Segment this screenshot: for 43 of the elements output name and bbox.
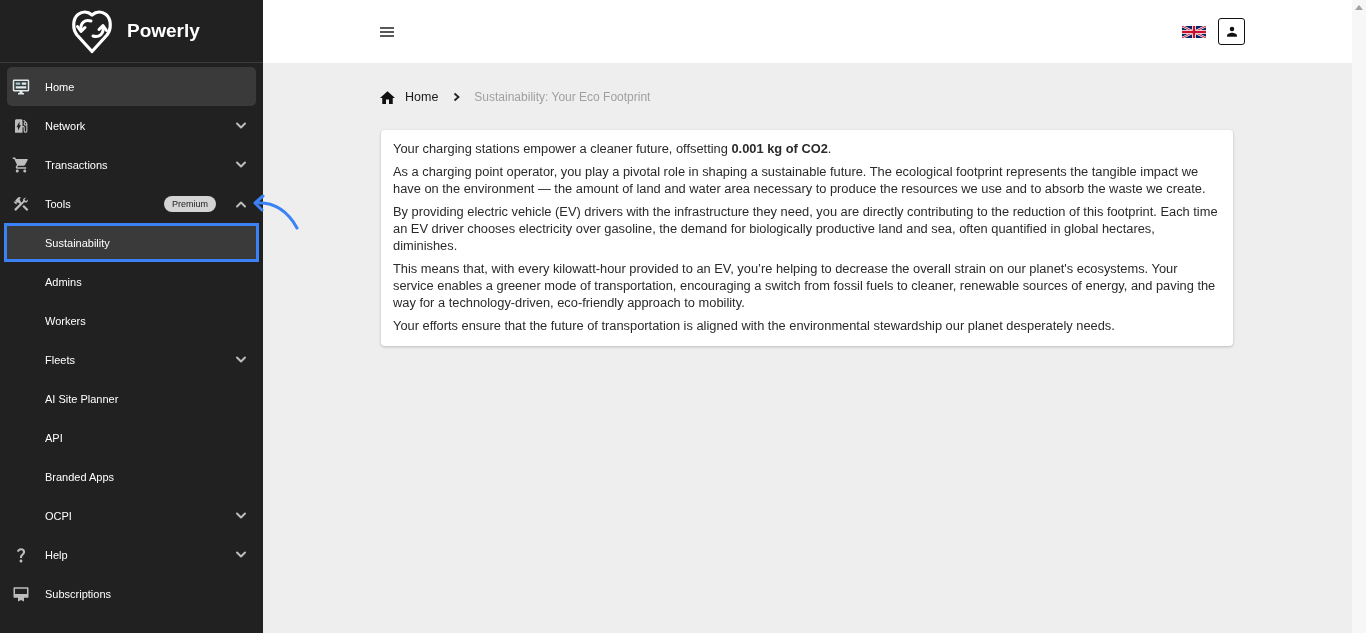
sidebar-item[interactable]: OCPI (7, 496, 235, 535)
brand-name: Powerly (127, 20, 200, 42)
tools-icon (12, 194, 30, 213)
sidebar-item[interactable]: Sustainability (7, 226, 256, 259)
paragraph: As a charging point operator, you play a pivotal role in shaping a sustainable future. The ecological footprint represents the tangible impact we have on the environment — the amount of land and water area necessary to produce the resources we use and to absorb the waste we create. (393, 163, 1207, 197)
sidebar-item[interactable]: Tools (7, 184, 164, 223)
sidebar-item[interactable]: Transactions (7, 145, 235, 184)
sidebar-item[interactable]: Admins (7, 262, 256, 301)
paragraph: Your efforts ensure that the future of transportation is aligned with the environmental stewardship our planet desperately needs. (393, 317, 1116, 334)
chevron-icon[interactable] (235, 355, 247, 364)
sidebar-item[interactable]: Help (7, 535, 235, 574)
home-icon[interactable] (380, 90, 395, 104)
sidebar-item[interactable]: Network (7, 106, 235, 145)
paragraph: By providing electric vehicle (EV) drivers with the infrastructure they need, you are directly contributing to the reduction of this footprint. Each time an EV driver chooses electricity over gasoline, the demand for biologically productive land and sea, often quantified in global hectares, diminishes. (393, 203, 1219, 254)
chevron-icon[interactable] (235, 199, 247, 208)
person-icon (1225, 26, 1238, 37)
menu-icon (380, 26, 394, 37)
chevron-icon[interactable] (235, 511, 247, 520)
chevron-icon[interactable] (235, 121, 247, 130)
paragraph: Your charging stations empower a cleaner future, offsetting 0.001 kg of CO2. (393, 140, 833, 157)
sidebar-item[interactable]: Subscriptions (7, 574, 256, 613)
certificate-icon (12, 584, 30, 603)
plan-badge: Premium (164, 195, 216, 212)
sidebar-item[interactable]: API (7, 418, 256, 457)
scrollbar[interactable] (1352, 0, 1366, 633)
logo-icon (70, 8, 114, 54)
chevron-icon[interactable] (235, 550, 247, 559)
flag-icon[interactable] (1182, 25, 1206, 38)
cart-icon (12, 155, 30, 174)
sidebar-item[interactable]: Home (7, 67, 256, 106)
breadcrumb-link[interactable]: Home (405, 90, 439, 104)
charging-station-icon (12, 116, 30, 135)
sidebar-item[interactable]: Fleets (7, 340, 235, 379)
account-button[interactable] (1218, 18, 1245, 45)
monitor-icon (12, 77, 30, 96)
sidebar-item[interactable]: Workers (7, 301, 256, 340)
menu-button[interactable] (380, 26, 394, 37)
sidebar-item[interactable]: AI Site Planner (7, 379, 256, 418)
chevron-right-icon (453, 92, 461, 102)
sidebar-item[interactable]: Branded Apps (7, 457, 256, 496)
breadcrumb-current: Sustainability: Your Eco Footprint (474, 90, 651, 104)
chevron-icon[interactable] (235, 160, 247, 169)
paragraph: This means that, with every kilowatt-hour provided to an EV, you’re helping to decrease the overall strain on our planet's ecosystems. Your service enables a greener mode of transportation, encouraging a switch from fossil fuels to cleaner, renewable sources of energy, and paving the way for a technology-driven, eco-friendly approach to mobility. (393, 260, 1217, 311)
